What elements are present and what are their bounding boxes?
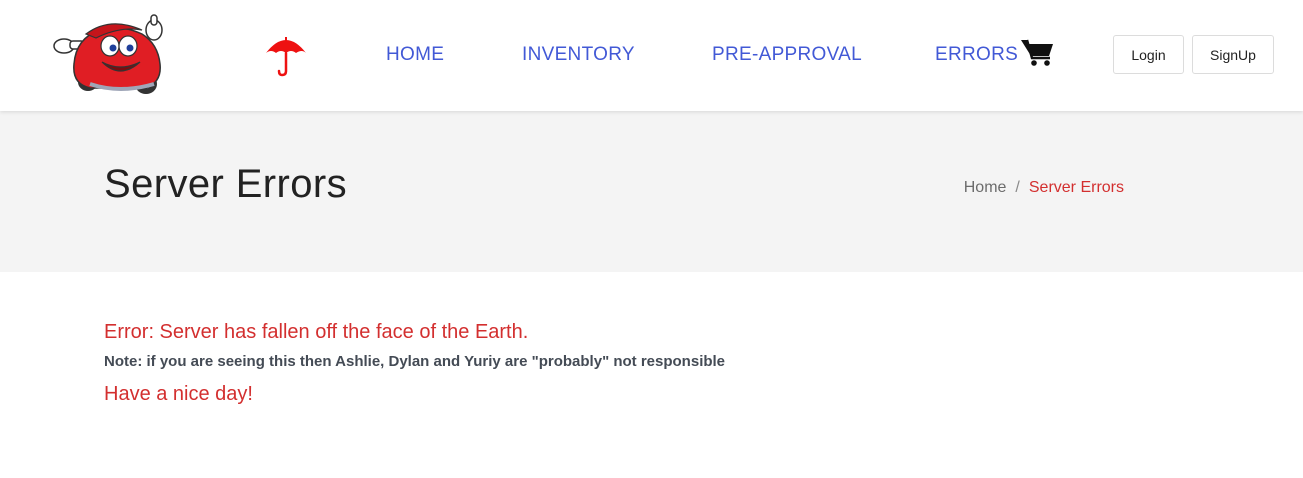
note-message: Note: if you are seeing this then Ashlie…: [104, 353, 726, 370]
error-message: Error: Server has fallen off the face of…: [104, 321, 529, 343]
nav-pre-approval-link[interactable]: PRE-APPROVAL: [712, 44, 862, 66]
cartoon-car-logo-icon[interactable]: [50, 12, 166, 98]
page-title-banner: Server Errors Home / Server Errors: [0, 111, 1303, 272]
breadcrumb-current: Server Errors: [1028, 179, 1124, 196]
farewell-message: Have a nice day!: [104, 383, 253, 405]
breadcrumb: Home / Server Errors: [964, 179, 1124, 197]
site-header: HOME INVENTORY PRE-APPROVAL ERRORS Login…: [0, 0, 1303, 111]
signup-button[interactable]: SignUp: [1192, 35, 1274, 74]
nav-home-link[interactable]: HOME: [386, 44, 444, 66]
umbrella-icon: [266, 37, 306, 77]
nav-inventory-link[interactable]: INVENTORY: [522, 44, 635, 66]
shopping-cart-icon[interactable]: [1021, 38, 1054, 66]
login-button[interactable]: Login: [1113, 35, 1184, 74]
breadcrumb-home-link[interactable]: Home: [964, 179, 1007, 196]
breadcrumb-separator: /: [1015, 179, 1020, 196]
page-title: Server Errors: [104, 162, 348, 206]
main-content: Error: Server has fallen off the face of…: [104, 320, 1104, 406]
nav-errors-link[interactable]: ERRORS: [935, 44, 1018, 66]
